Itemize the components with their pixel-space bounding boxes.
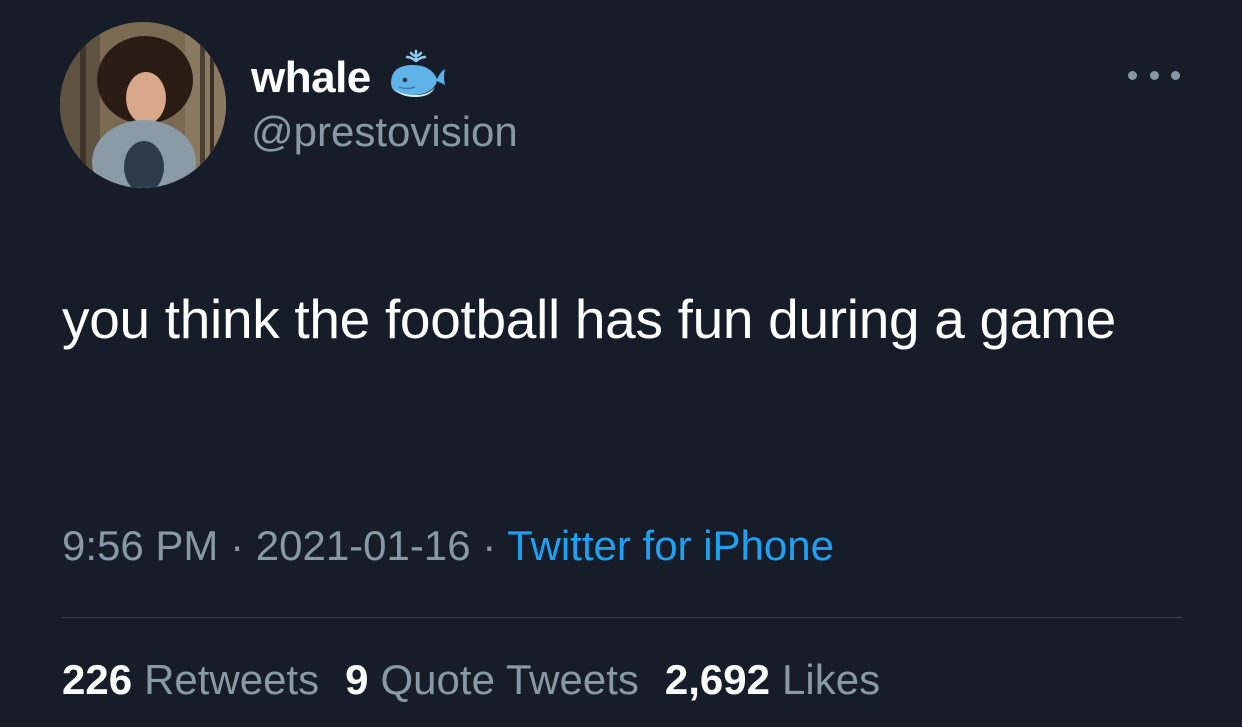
avatar[interactable] bbox=[60, 22, 226, 188]
likes-stat[interactable]: 2,692 Likes bbox=[665, 656, 880, 704]
tweet-stats: 226 Retweets 9 Quote Tweets 2,692 Likes bbox=[62, 656, 880, 704]
tweet-time[interactable]: 9:56 PM bbox=[62, 522, 218, 569]
tweet-source-link[interactable]: Twitter for iPhone bbox=[507, 522, 834, 569]
quote-tweets-label: Quote Tweets bbox=[380, 656, 639, 703]
retweets-stat[interactable]: 226 Retweets bbox=[62, 656, 319, 704]
more-options-icon[interactable] bbox=[1128, 60, 1180, 90]
display-name[interactable]: whale bbox=[251, 53, 371, 103]
quote-tweets-count: 9 bbox=[345, 656, 369, 703]
tweet-text: you think the football has fun during a … bbox=[62, 288, 1116, 350]
more-dot bbox=[1149, 70, 1159, 80]
tweet-date[interactable]: 2021-01-16 bbox=[256, 522, 471, 569]
whale-emoji-icon bbox=[385, 47, 447, 109]
more-dot bbox=[1171, 70, 1180, 80]
meta-separator: · bbox=[230, 522, 256, 569]
retweets-label: Retweets bbox=[144, 656, 320, 703]
quote-tweets-stat[interactable]: 9 Quote Tweets bbox=[345, 656, 639, 704]
retweets-count: 226 bbox=[62, 656, 133, 703]
handle[interactable]: @prestovision bbox=[251, 108, 518, 156]
display-name-row: whale bbox=[251, 48, 447, 108]
meta-separator: · bbox=[482, 522, 508, 569]
likes-count: 2,692 bbox=[664, 656, 771, 703]
tweet-meta: 9:56 PM · 2021-01-16 · Twitter for iPhon… bbox=[62, 522, 834, 570]
more-dot bbox=[1128, 70, 1137, 80]
tweet-detail: whale @prestovision you think the footba… bbox=[0, 0, 1242, 727]
divider bbox=[62, 617, 1182, 618]
likes-label: Likes bbox=[782, 656, 881, 703]
